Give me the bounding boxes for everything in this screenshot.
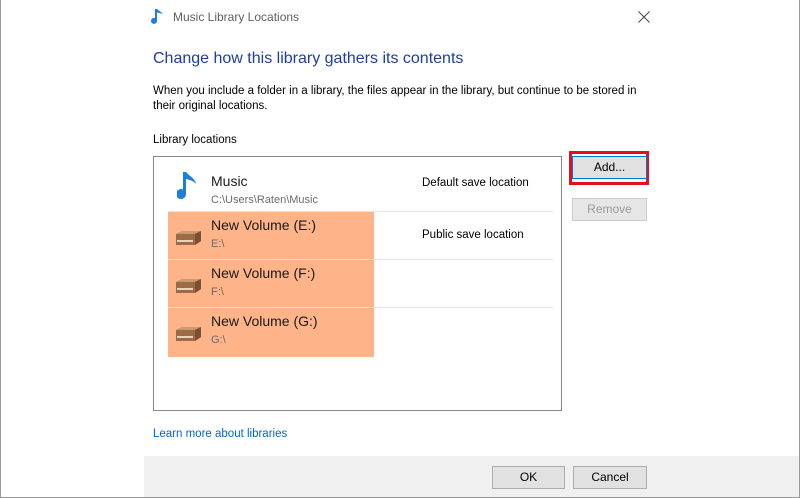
list-item-new-volume-e[interactable]: New Volume (E:) E:\ Public save location [168,211,553,259]
list-item-new-volume-f[interactable]: New Volume (F:) F:\ [168,259,553,307]
drive-icon [173,230,203,251]
title-bar: Music Library Locations [1,0,799,33]
location-name: New Volume (E:) [211,217,317,233]
list-item-music[interactable]: Music C:\Users\Raten\Music Default save … [168,159,553,207]
location-path: E:\ [211,238,225,250]
close-button[interactable] [627,4,661,30]
location-path: G:\ [211,334,226,346]
window-title: Music Library Locations [173,10,300,24]
learn-more-link[interactable]: Learn more about libraries [153,428,287,440]
remove-button[interactable]: Remove [572,198,647,221]
library-locations-list[interactable]: Music C:\Users\Raten\Music Default save … [153,156,562,411]
location-tag: Public save location [422,229,524,241]
location-name: Music [211,173,248,189]
drive-icon [173,326,203,347]
library-locations-label: Library locations [153,134,237,146]
dialog-footer [144,456,799,497]
library-locations-dialog: Music Library Locations Change how this … [0,0,800,498]
music-note-icon [176,171,199,208]
cancel-button[interactable]: Cancel [573,466,647,489]
list-item-new-volume-g[interactable]: New Volume (G:) G:\ [168,307,553,355]
drive-icon [173,278,203,299]
location-tag: Default save location [422,177,529,189]
location-path: C:\Users\Raten\Music [211,194,318,206]
location-name: New Volume (F:) [211,265,316,281]
ok-button[interactable]: OK [492,466,565,489]
location-name: New Volume (G:) [211,313,318,329]
description-text: When you include a folder in a library, … [153,85,637,112]
page-heading: Change how this library gathers its cont… [153,50,464,67]
music-note-icon [151,8,167,26]
location-path: F:\ [211,286,224,298]
add-button[interactable]: Add... [572,156,647,179]
close-icon [638,11,650,23]
